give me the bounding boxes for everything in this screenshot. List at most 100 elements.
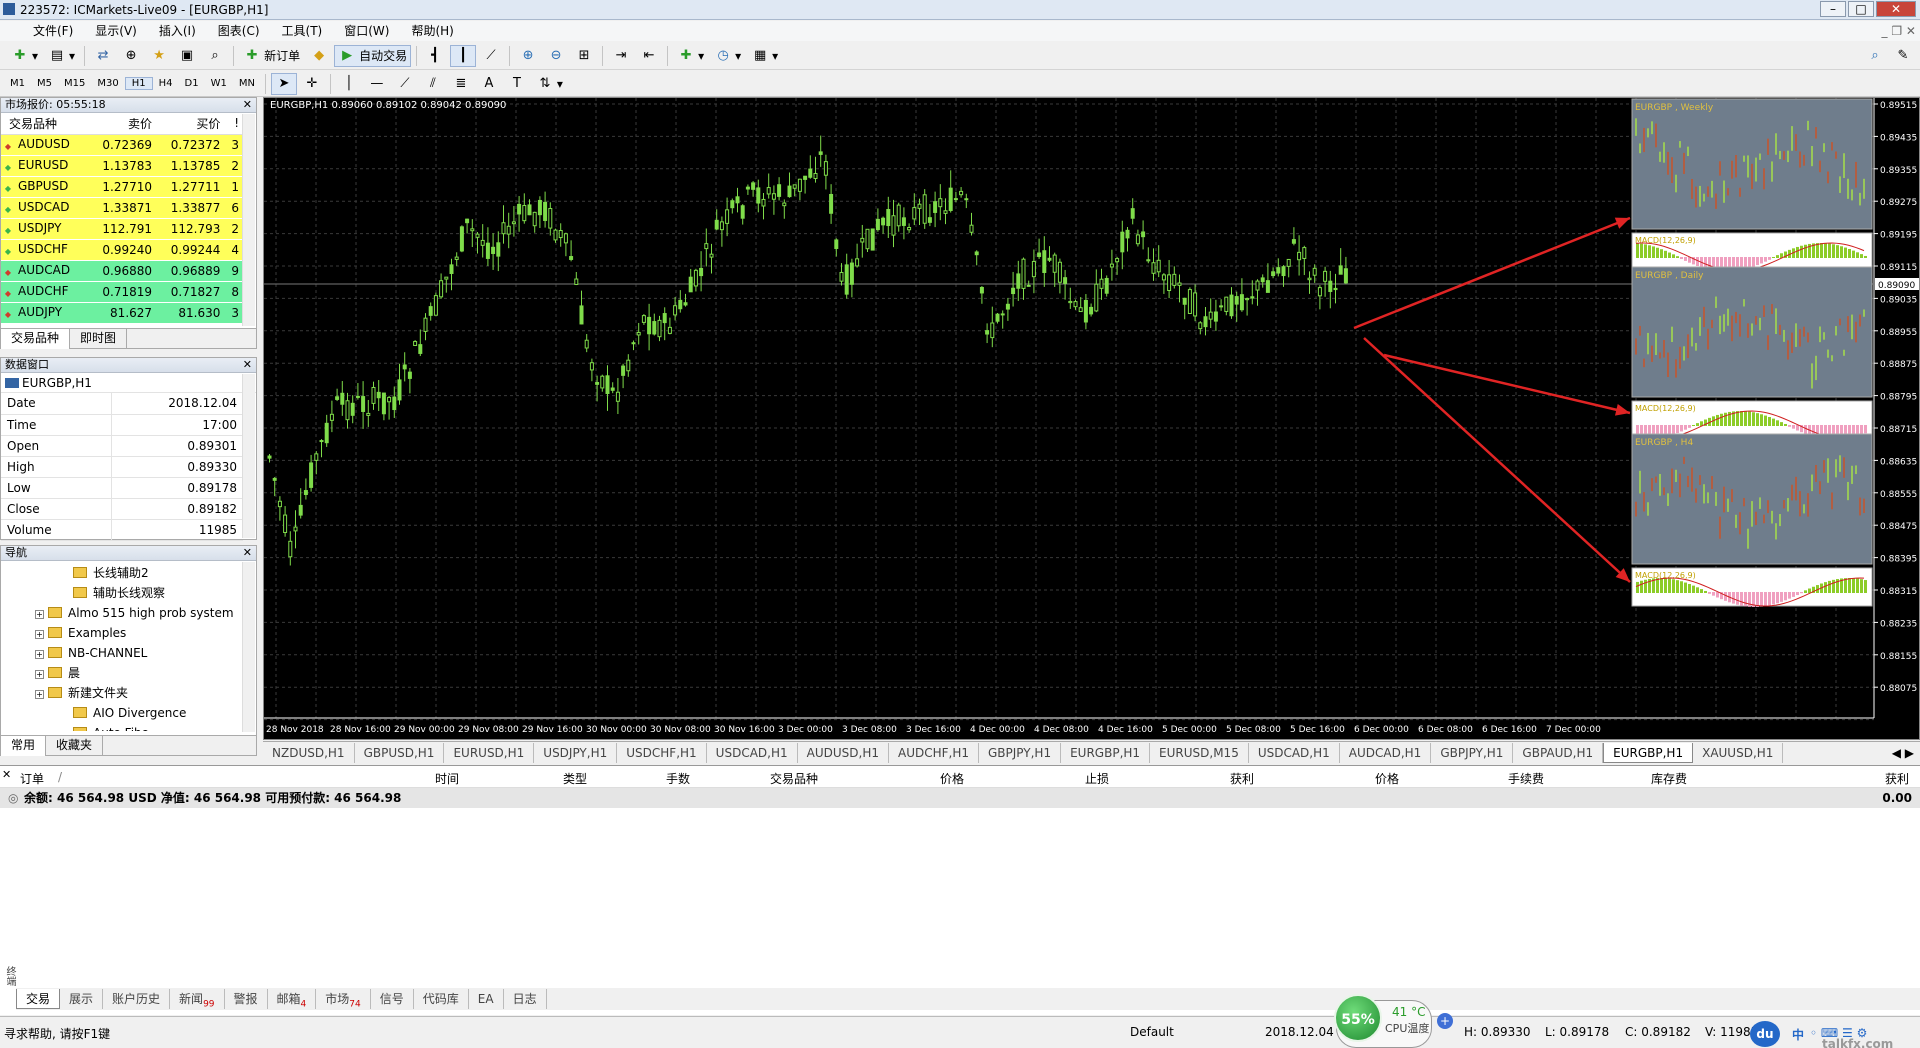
baidu-icon[interactable]: du bbox=[1750, 1021, 1780, 1047]
chart-tab[interactable]: USDCAD,H1 bbox=[707, 742, 798, 763]
tester-button[interactable]: ⌕ bbox=[202, 45, 228, 67]
autoscroll-button[interactable]: ⇥ bbox=[608, 45, 634, 67]
navigator-item[interactable]: + 晨 bbox=[1, 663, 256, 683]
terminal-tab[interactable]: 交易 bbox=[16, 989, 61, 1009]
tf-m1[interactable]: M1 bbox=[4, 78, 31, 89]
terminal-tab[interactable]: EA bbox=[469, 989, 504, 1009]
terminal-close-icon[interactable]: ✕ bbox=[2, 768, 11, 781]
tf-m15[interactable]: M15 bbox=[58, 78, 91, 89]
market-watch-scrollbar[interactable] bbox=[242, 114, 255, 326]
col-ask[interactable]: 买价 bbox=[156, 113, 225, 135]
terminal-tab[interactable]: 日志 bbox=[504, 989, 547, 1009]
close-icon[interactable]: ✕ bbox=[243, 358, 252, 372]
line-chart-button[interactable]: ⟋ bbox=[478, 45, 504, 67]
chart-window[interactable]: 0.89515 0.89435 0.89355 0.89275 0.89195 0.891… bbox=[263, 97, 1920, 740]
chart-tab[interactable]: EURGBP,H1 bbox=[1603, 742, 1694, 763]
market-watch-button[interactable]: ⇄ bbox=[90, 45, 116, 67]
tab-tick-chart[interactable]: 即时图 bbox=[70, 328, 128, 349]
terminal-column-header[interactable]: 交易品种 bbox=[770, 770, 818, 787]
chart-tab[interactable]: EURGBP,H1 bbox=[1061, 742, 1151, 763]
menu-window[interactable]: 窗口(W) bbox=[333, 21, 400, 41]
tf-m5[interactable]: M5 bbox=[31, 78, 58, 89]
market-watch-row[interactable]: ◆ AUDJPY 81.627 81.630 3 bbox=[1, 302, 243, 324]
data-window-button[interactable]: ⊕ bbox=[118, 45, 144, 67]
chart-tab-scroll-icon[interactable]: ◀ ▶ bbox=[1886, 746, 1920, 760]
terminal-tab[interactable]: 展示 bbox=[60, 989, 104, 1009]
data-window-scrollbar[interactable] bbox=[242, 374, 255, 538]
navigator-item[interactable]: + Almo 515 high prob system bbox=[1, 603, 256, 623]
new-order-button[interactable]: ✚ 新订单 bbox=[239, 45, 304, 67]
minimize-icon[interactable]: – bbox=[1820, 1, 1846, 17]
maximize-icon[interactable]: □ bbox=[1848, 1, 1874, 17]
market-watch-row[interactable]: ◆ AUDCHF 0.71819 0.71827 8 bbox=[1, 281, 243, 303]
indicators-button[interactable]: ✚ ▾ bbox=[673, 45, 708, 67]
tab-symbols[interactable]: 交易品种 bbox=[1, 328, 71, 349]
navigator-item[interactable]: AIO Divergence bbox=[1, 703, 256, 723]
navigator-item[interactable]: + NB-CHANNEL bbox=[1, 643, 256, 663]
channel-tool[interactable]: ⫽ bbox=[420, 73, 446, 95]
menu-insert[interactable]: 插入(I) bbox=[148, 21, 207, 41]
close-icon[interactable]: ✕ bbox=[1876, 1, 1916, 17]
terminal-column-header[interactable]: 止损 bbox=[1085, 770, 1109, 787]
trendline-tool[interactable]: ⟋ bbox=[392, 73, 418, 95]
hline-tool[interactable]: — bbox=[364, 73, 390, 95]
navigator-item[interactable]: 辅助长线观察 bbox=[1, 583, 256, 603]
close-icon[interactable]: ✕ bbox=[243, 546, 252, 560]
tf-h4[interactable]: H4 bbox=[153, 78, 179, 89]
community-icon[interactable]: ✎ bbox=[1894, 47, 1912, 65]
auto-trading-button[interactable]: ▶ 自动交易 bbox=[334, 44, 412, 67]
terminal-tab[interactable]: 账户历史 bbox=[103, 989, 171, 1009]
col-spread[interactable]: ! bbox=[224, 113, 243, 135]
close-icon[interactable]: ✕ bbox=[243, 98, 252, 112]
menu-tools[interactable]: 工具(T) bbox=[271, 21, 334, 41]
terminal-column-header[interactable]: 手数 bbox=[666, 770, 690, 787]
periods-button[interactable]: ◷ ▾ bbox=[710, 45, 745, 67]
label-tool[interactable]: T bbox=[504, 73, 530, 95]
terminal-tab[interactable]: 代码库 bbox=[414, 989, 469, 1009]
price-chart[interactable]: 0.89515 0.89435 0.89355 0.89275 0.89195 0.891… bbox=[264, 98, 1919, 739]
arrows-tool[interactable]: ⇅ ▾ bbox=[532, 73, 567, 95]
terminal-column-header[interactable]: 订单 bbox=[20, 770, 44, 787]
terminal-tab[interactable]: 邮箱4 bbox=[268, 989, 317, 1009]
market-watch-row[interactable]: ◆ AUDUSD 0.72369 0.72372 3 bbox=[1, 134, 243, 156]
tab-favorites[interactable]: 收藏夹 bbox=[46, 735, 104, 756]
terminal-column-header[interactable]: 价格 bbox=[940, 770, 964, 787]
navigator-button[interactable]: ★ bbox=[146, 45, 172, 67]
market-watch-row[interactable]: ◆ USDCHF 0.99240 0.99244 4 bbox=[1, 239, 243, 261]
market-watch-row[interactable]: ◆ EURUSD 1.13783 1.13785 2 bbox=[1, 155, 243, 177]
col-symbol[interactable]: 交易品种 bbox=[1, 113, 88, 135]
terminal-tab[interactable]: 信号 bbox=[371, 989, 414, 1009]
expand-icon[interactable]: + bbox=[35, 670, 44, 679]
chart-tab[interactable]: GBPJPY,H1 bbox=[979, 742, 1062, 763]
navigator-item[interactable]: 长线辅助2 bbox=[1, 563, 256, 583]
vline-tool[interactable]: │ bbox=[336, 73, 362, 95]
menu-file[interactable]: 文件(F) bbox=[22, 21, 84, 41]
zoom-out-button[interactable]: ⊖ bbox=[543, 45, 569, 67]
col-bid[interactable]: 卖价 bbox=[87, 113, 157, 135]
cursor-tool[interactable]: ➤ bbox=[270, 72, 297, 95]
chart-tab[interactable]: XAUUSD,H1 bbox=[1693, 742, 1784, 763]
expand-icon[interactable]: + bbox=[35, 630, 44, 639]
fibo-tool[interactable]: ≣ bbox=[448, 73, 474, 95]
expand-icon[interactable]: + bbox=[35, 690, 44, 699]
chart-tab[interactable]: AUDCAD,H1 bbox=[1340, 742, 1432, 763]
crosshair-tool[interactable]: ✛ bbox=[299, 73, 325, 95]
chart-tab[interactable]: AUDCHF,H1 bbox=[889, 742, 979, 763]
mdi-controls[interactable]: _ ❐ ✕ bbox=[1878, 21, 1920, 41]
terminal-column-header[interactable]: 价格 bbox=[1375, 770, 1399, 787]
navigator-item[interactable]: + 新建文件夹 bbox=[1, 683, 256, 703]
chart-tab[interactable]: USDJPY,H1 bbox=[534, 742, 618, 763]
tab-common[interactable]: 常用 bbox=[1, 735, 47, 756]
ime-indicator[interactable]: 中 bbox=[1792, 1026, 1804, 1043]
market-watch-row[interactable]: ◆ AUDCAD 0.96880 0.96889 9 bbox=[1, 260, 243, 282]
search-icon[interactable]: ⌕ bbox=[1866, 47, 1884, 65]
terminal-column-header[interactable]: 获利 bbox=[1885, 770, 1909, 787]
expand-icon[interactable]: + bbox=[35, 650, 44, 659]
chart-shift-button[interactable]: ⇤ bbox=[636, 45, 662, 67]
terminal-column-header[interactable]: 库存费 bbox=[1651, 770, 1687, 787]
templates-button[interactable]: ▦ ▾ bbox=[747, 45, 782, 67]
market-watch-row[interactable]: ◆ USDJPY 112.791 112.793 2 bbox=[1, 218, 243, 240]
tf-d1[interactable]: D1 bbox=[179, 78, 205, 89]
navigator-item[interactable]: + Examples bbox=[1, 623, 256, 643]
terminal-column-header[interactable]: 类型 bbox=[563, 770, 587, 787]
